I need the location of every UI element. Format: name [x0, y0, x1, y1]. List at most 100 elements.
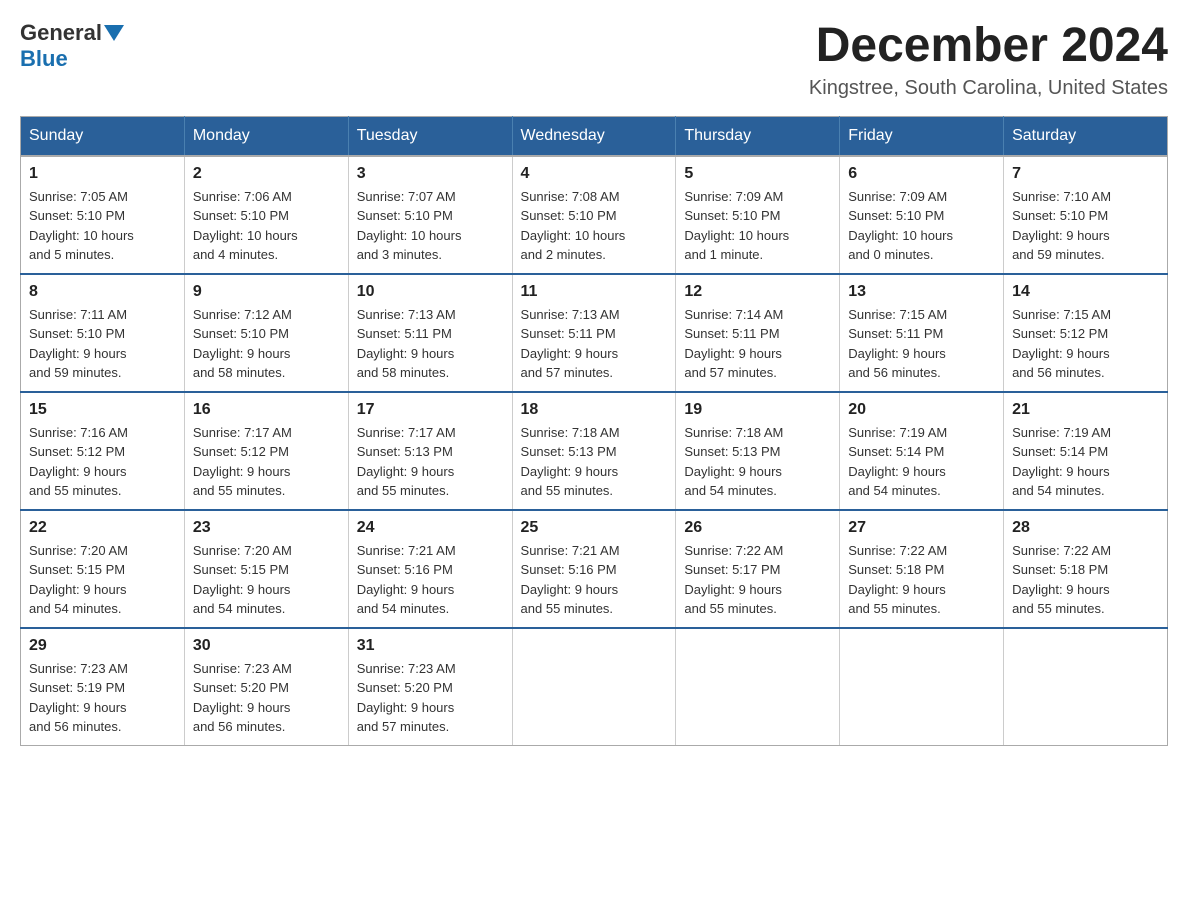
day-number: 28 [1012, 519, 1159, 537]
calendar-cell: 21 Sunrise: 7:19 AM Sunset: 5:14 PM Dayli… [1004, 392, 1168, 510]
day-info: Sunrise: 7:05 AM Sunset: 5:10 PM Dayligh… [29, 187, 176, 265]
day-number: 13 [848, 283, 995, 301]
calendar-cell: 28Sunrise: 7:22 AM Sunset: 5:18 PM Dayli… [1004, 510, 1168, 628]
day-number: 18 [521, 401, 668, 419]
calendar-week-5: 29 Sunrise: 7:23 AM Sunset: 5:19 PM Dayli… [21, 628, 1168, 746]
location-subtitle: Kingstree, South Carolina, United States [809, 77, 1168, 100]
day-info: Sunrise: 7:17 AM Sunset: 5:13 PM Dayligh… [357, 423, 504, 501]
day-number: 30 [193, 637, 340, 655]
day-number: 16 [193, 401, 340, 419]
calendar-cell: 4Sunrise: 7:08 AM Sunset: 5:10 PM Daylig… [512, 156, 676, 274]
day-info: Sunrise: 7:22 AM Sunset: 5:18 PM Dayligh… [848, 541, 995, 619]
day-number: 11 [521, 283, 668, 301]
title-section: December 2024 Kingstree, South Carolina,… [809, 20, 1168, 100]
calendar-cell: 12 Sunrise: 7:14 AM Sunset: 5:11 PM Dayli… [676, 274, 840, 392]
calendar-cell: 3 Sunrise: 7:07 AM Sunset: 5:10 PM Daylig… [348, 156, 512, 274]
day-number: 21 [1012, 401, 1159, 419]
day-info: Sunrise: 7:18 AM Sunset: 5:13 PM Dayligh… [521, 423, 668, 501]
calendar-cell [512, 628, 676, 746]
calendar-cell: 7 Sunrise: 7:10 AM Sunset: 5:10 PM Daylig… [1004, 156, 1168, 274]
day-number: 29 [29, 637, 176, 655]
calendar-cell: 16Sunrise: 7:17 AM Sunset: 5:12 PM Dayli… [184, 392, 348, 510]
calendar-cell: 19 Sunrise: 7:18 AM Sunset: 5:13 PM Dayli… [676, 392, 840, 510]
weekday-header-sunday: Sunday [21, 116, 185, 156]
page-header: General Blue December 2024 Kingstree, So… [20, 20, 1168, 100]
day-info: Sunrise: 7:12 AM Sunset: 5:10 PM Dayligh… [193, 305, 340, 383]
weekday-header-thursday: Thursday [676, 116, 840, 156]
day-info: Sunrise: 7:08 AM Sunset: 5:10 PM Dayligh… [521, 187, 668, 265]
day-info: Sunrise: 7:20 AM Sunset: 5:15 PM Dayligh… [29, 541, 176, 619]
calendar-body: 1Sunrise: 7:05 AM Sunset: 5:10 PM Daylig… [21, 156, 1168, 746]
calendar-cell: 18 Sunrise: 7:18 AM Sunset: 5:13 PM Dayli… [512, 392, 676, 510]
day-number: 24 [357, 519, 504, 537]
calendar-cell: 14Sunrise: 7:15 AM Sunset: 5:12 PM Dayli… [1004, 274, 1168, 392]
day-number: 22 [29, 519, 176, 537]
calendar-table: SundayMondayTuesdayWednesdayThursdayFrid… [20, 116, 1168, 746]
day-number: 3 [357, 165, 504, 183]
day-number: 10 [357, 283, 504, 301]
calendar-cell: 31 Sunrise: 7:23 AM Sunset: 5:20 PM Dayli… [348, 628, 512, 746]
day-info: Sunrise: 7:18 AM Sunset: 5:13 PM Dayligh… [684, 423, 831, 501]
calendar-cell: 30 Sunrise: 7:23 AM Sunset: 5:20 PM Dayli… [184, 628, 348, 746]
day-number: 25 [521, 519, 668, 537]
day-info: Sunrise: 7:15 AM Sunset: 5:12 PM Dayligh… [1012, 305, 1159, 383]
calendar-cell: 11 Sunrise: 7:13 AM Sunset: 5:11 PM Dayli… [512, 274, 676, 392]
day-info: Sunrise: 7:19 AM Sunset: 5:14 PM Dayligh… [848, 423, 995, 501]
day-number: 12 [684, 283, 831, 301]
calendar-cell [676, 628, 840, 746]
day-number: 23 [193, 519, 340, 537]
day-info: Sunrise: 7:14 AM Sunset: 5:11 PM Dayligh… [684, 305, 831, 383]
weekday-header-tuesday: Tuesday [348, 116, 512, 156]
day-info: Sunrise: 7:06 AM Sunset: 5:10 PM Dayligh… [193, 187, 340, 265]
calendar-cell: 15 Sunrise: 7:16 AM Sunset: 5:12 PM Dayli… [21, 392, 185, 510]
calendar-cell: 6Sunrise: 7:09 AM Sunset: 5:10 PM Daylig… [840, 156, 1004, 274]
day-number: 27 [848, 519, 995, 537]
day-info: Sunrise: 7:10 AM Sunset: 5:10 PM Dayligh… [1012, 187, 1159, 265]
day-number: 7 [1012, 165, 1159, 183]
weekday-header-monday: Monday [184, 116, 348, 156]
day-info: Sunrise: 7:23 AM Sunset: 5:20 PM Dayligh… [357, 659, 504, 737]
calendar-cell [840, 628, 1004, 746]
calendar-week-4: 22 Sunrise: 7:20 AM Sunset: 5:15 PM Dayli… [21, 510, 1168, 628]
weekday-header-wednesday: Wednesday [512, 116, 676, 156]
day-number: 15 [29, 401, 176, 419]
calendar-header: SundayMondayTuesdayWednesdayThursdayFrid… [21, 116, 1168, 156]
calendar-cell: 25Sunrise: 7:21 AM Sunset: 5:16 PM Dayli… [512, 510, 676, 628]
weekday-header-friday: Friday [840, 116, 1004, 156]
weekday-header-row: SundayMondayTuesdayWednesdayThursdayFrid… [21, 116, 1168, 156]
day-number: 31 [357, 637, 504, 655]
day-number: 19 [684, 401, 831, 419]
calendar-cell: 17 Sunrise: 7:17 AM Sunset: 5:13 PM Dayli… [348, 392, 512, 510]
calendar-cell: 1Sunrise: 7:05 AM Sunset: 5:10 PM Daylig… [21, 156, 185, 274]
logo-blue-text: Blue [20, 46, 68, 71]
calendar-cell: 27 Sunrise: 7:22 AM Sunset: 5:18 PM Dayli… [840, 510, 1004, 628]
day-number: 5 [684, 165, 831, 183]
day-info: Sunrise: 7:13 AM Sunset: 5:11 PM Dayligh… [521, 305, 668, 383]
day-info: Sunrise: 7:21 AM Sunset: 5:16 PM Dayligh… [357, 541, 504, 619]
day-info: Sunrise: 7:23 AM Sunset: 5:19 PM Dayligh… [29, 659, 176, 737]
month-title: December 2024 [809, 20, 1168, 73]
day-info: Sunrise: 7:16 AM Sunset: 5:12 PM Dayligh… [29, 423, 176, 501]
calendar-cell: 23 Sunrise: 7:20 AM Sunset: 5:15 PM Dayli… [184, 510, 348, 628]
calendar-cell: 29 Sunrise: 7:23 AM Sunset: 5:19 PM Dayli… [21, 628, 185, 746]
calendar-cell: 2Sunrise: 7:06 AM Sunset: 5:10 PM Daylig… [184, 156, 348, 274]
day-number: 20 [848, 401, 995, 419]
calendar-cell: 10 Sunrise: 7:13 AM Sunset: 5:11 PM Dayli… [348, 274, 512, 392]
day-info: Sunrise: 7:23 AM Sunset: 5:20 PM Dayligh… [193, 659, 340, 737]
day-info: Sunrise: 7:20 AM Sunset: 5:15 PM Dayligh… [193, 541, 340, 619]
calendar-cell: 26Sunrise: 7:22 AM Sunset: 5:17 PM Dayli… [676, 510, 840, 628]
day-info: Sunrise: 7:13 AM Sunset: 5:11 PM Dayligh… [357, 305, 504, 383]
day-info: Sunrise: 7:07 AM Sunset: 5:10 PM Dayligh… [357, 187, 504, 265]
calendar-week-2: 8 Sunrise: 7:11 AM Sunset: 5:10 PM Daylig… [21, 274, 1168, 392]
day-number: 6 [848, 165, 995, 183]
day-info: Sunrise: 7:15 AM Sunset: 5:11 PM Dayligh… [848, 305, 995, 383]
day-info: Sunrise: 7:22 AM Sunset: 5:17 PM Dayligh… [684, 541, 831, 619]
day-info: Sunrise: 7:11 AM Sunset: 5:10 PM Dayligh… [29, 305, 176, 383]
day-number: 17 [357, 401, 504, 419]
calendar-cell: 24 Sunrise: 7:21 AM Sunset: 5:16 PM Dayli… [348, 510, 512, 628]
day-number: 8 [29, 283, 176, 301]
calendar-week-1: 1Sunrise: 7:05 AM Sunset: 5:10 PM Daylig… [21, 156, 1168, 274]
calendar-cell: 13 Sunrise: 7:15 AM Sunset: 5:11 PM Dayli… [840, 274, 1004, 392]
day-info: Sunrise: 7:19 AM Sunset: 5:14 PM Dayligh… [1012, 423, 1159, 501]
day-info: Sunrise: 7:09 AM Sunset: 5:10 PM Dayligh… [684, 187, 831, 265]
